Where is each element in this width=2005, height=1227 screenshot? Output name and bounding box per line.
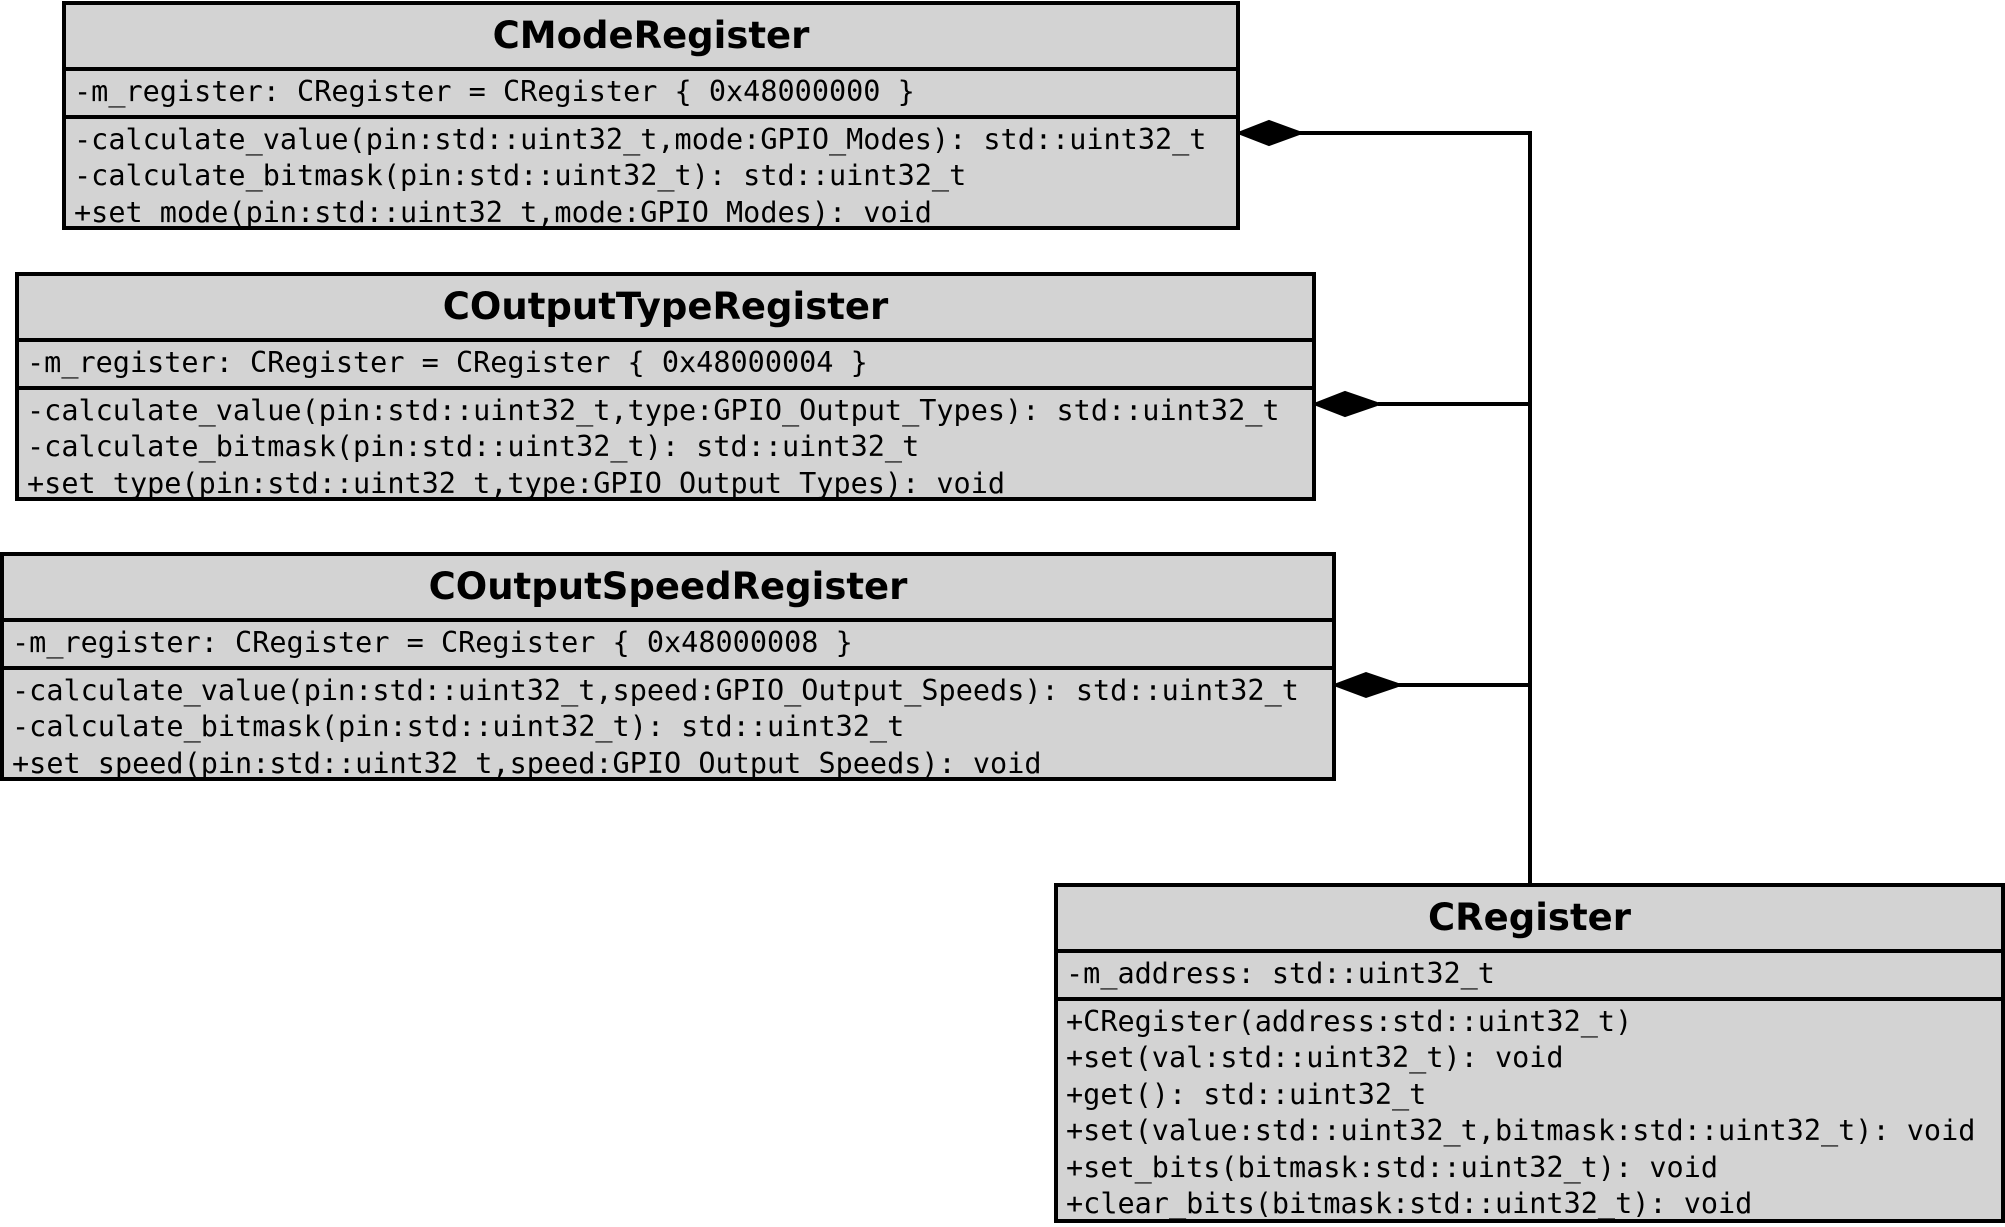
class-name: CModeRegister [66, 5, 1236, 71]
operation: -calculate_value(pin:std::uint32_t,mode:… [74, 122, 1207, 156]
class-cregister[interactable]: CRegister -m_address: std::uint32_t +CRe… [1054, 883, 2005, 1223]
operations-section: -calculate_value(pin:std::uint32_t,speed… [4, 670, 1332, 787]
attributes-section: -m_register: CRegister = CRegister { 0x4… [4, 622, 1332, 670]
composition-diamond-speed [1331, 671, 1405, 699]
attribute: -m_register: CRegister = CRegister { 0x4… [12, 626, 853, 659]
operation: -calculate_value(pin:std::uint32_t,speed… [12, 673, 1299, 707]
composition-diamond-type [1311, 390, 1384, 418]
operations-section: -calculate_value(pin:std::uint32_t,mode:… [66, 119, 1236, 236]
class-name: CRegister [1058, 887, 2001, 953]
operation: +set_bits(bitmask:std::uint32_t): void [1066, 1150, 1719, 1184]
operation: +set(val:std::uint32_t): void [1066, 1041, 1564, 1074]
operation: -calculate_value(pin:std::uint32_t,type:… [27, 393, 1280, 427]
attributes-section: -m_register: CRegister = CRegister { 0x4… [19, 342, 1312, 390]
operation: +get(): std::uint32_t [1066, 1077, 1427, 1111]
attribute: -m_register: CRegister = CRegister { 0x4… [27, 346, 868, 379]
operations-section: -calculate_value(pin:std::uint32_t,type:… [19, 390, 1312, 507]
class-coutputspeedregister[interactable]: COutputSpeedRegister -m_register: CRegis… [0, 552, 1336, 781]
operation: +clear_bits(bitmask:std::uint32_t): void [1066, 1187, 1753, 1220]
operations-section: +CRegister(address:std::uint32_t) +set(v… [1058, 1001, 2001, 1227]
operation: -calculate_bitmask(pin:std::uint32_t): s… [27, 430, 920, 463]
composition-diamond-mode [1235, 119, 1305, 147]
attributes-section: -m_address: std::uint32_t [1058, 953, 2001, 1001]
operation: +CRegister(address:std::uint32_t) [1066, 1004, 1633, 1038]
operation: +set(value:std::uint32_t,bitmask:std::ui… [1066, 1114, 1976, 1147]
operation: -calculate_bitmask(pin:std::uint32_t): s… [74, 159, 967, 192]
class-name: COutputSpeedRegister [4, 556, 1332, 622]
class-name: COutputTypeRegister [19, 276, 1312, 342]
attribute: -m_register: CRegister = CRegister { 0x4… [74, 75, 915, 108]
attributes-section: -m_register: CRegister = CRegister { 0x4… [66, 71, 1236, 119]
operation: +set_type(pin:std::uint32_t,type:GPIO_Ou… [27, 466, 1006, 500]
attribute: -m_address: std::uint32_t [1066, 957, 1495, 990]
class-cmoderegister[interactable]: CModeRegister -m_register: CRegister = C… [62, 1, 1240, 230]
operation: +set_mode(pin:std::uint32_t,mode:GPIO_Mo… [74, 195, 932, 229]
operation: -calculate_bitmask(pin:std::uint32_t): s… [12, 710, 905, 743]
class-coutputtyperegister[interactable]: COutputTypeRegister -m_register: CRegist… [15, 272, 1316, 501]
operation: +set_speed(pin:std::uint32_t,speed:GPIO_… [12, 746, 1042, 780]
